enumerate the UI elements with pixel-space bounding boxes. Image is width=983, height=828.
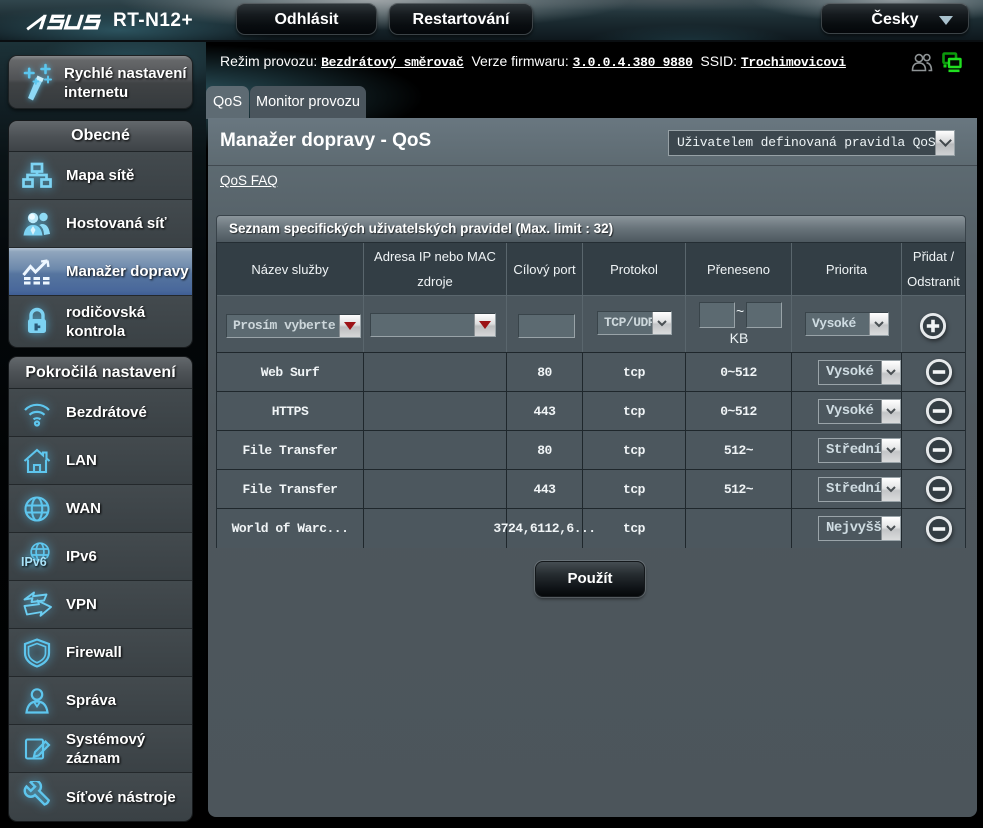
svg-text:IPv6: IPv6 (21, 555, 47, 569)
